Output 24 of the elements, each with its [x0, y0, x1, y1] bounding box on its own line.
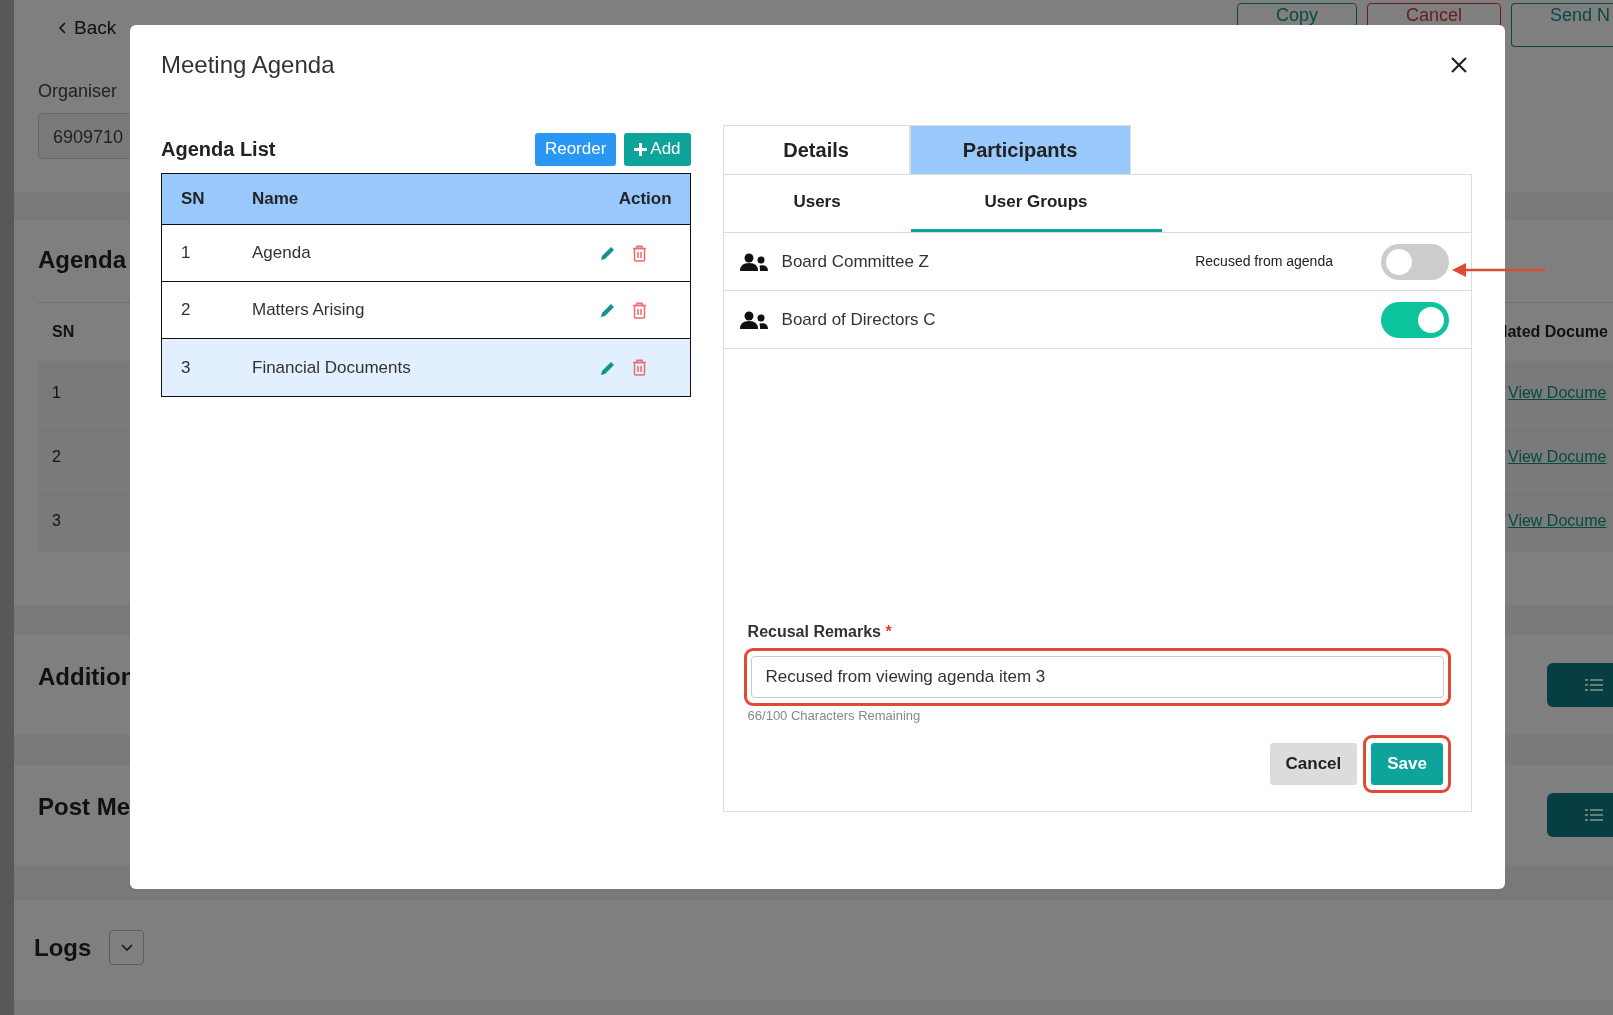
column-header: Action	[617, 188, 673, 211]
column-header: Name	[252, 188, 300, 211]
table-cell-text: 2	[51, 446, 62, 467]
table-cell-text: 2	[180, 299, 192, 322]
field-label: Organiser	[38, 80, 119, 103]
dialog-title: Meeting Agenda	[161, 50, 335, 80]
group-name: Board of Directors C	[781, 308, 936, 331]
table-cell-text: 3	[51, 510, 62, 531]
status-note: Recused from agenda	[1195, 252, 1333, 271]
character-counter: 66/100 Characters Remaining	[747, 706, 922, 725]
table-cell-text: Matters Arising	[252, 299, 366, 322]
table-cell-text: 1	[180, 242, 192, 265]
section-title: Post Me	[38, 792, 130, 822]
column-header: SN	[51, 321, 76, 342]
table-cell-text: 3	[180, 356, 192, 379]
group-name: Board Committee Z	[781, 250, 929, 273]
table-cell-text: Financial Documents	[252, 356, 412, 379]
column-header: SN	[180, 188, 206, 211]
section-title: Logs	[34, 933, 92, 963]
field-label: Recusal Remarks *	[747, 621, 893, 642]
table-cell-text: 1	[51, 382, 62, 403]
panel-title: Agenda List	[161, 137, 276, 162]
table-cell-text: Agenda	[252, 242, 312, 265]
section-title: Agenda	[38, 245, 126, 275]
